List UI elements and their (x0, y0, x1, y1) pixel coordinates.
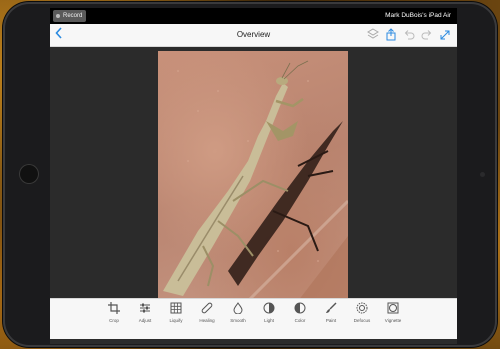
tool-label: Crop (109, 318, 119, 323)
tool-label: Vignette (384, 318, 402, 323)
tool-label: Smooth (230, 318, 246, 323)
sliders-icon (140, 303, 150, 313)
app-screen: Record Mark DuBois's iPad Air Overview C… (50, 8, 457, 344)
tool-label: Healing (199, 318, 215, 323)
tool-defocus[interactable]: Defocus (347, 302, 377, 324)
record-label: Record (63, 13, 83, 19)
device-name: Mark DuBois's iPad Air (385, 12, 451, 19)
tool-paint[interactable]: Paint (316, 302, 346, 324)
expand-icon[interactable] (439, 28, 451, 41)
tool-healing[interactable]: Healing (192, 302, 222, 324)
brush-icon (326, 302, 337, 313)
camera-lens (480, 172, 485, 177)
praying-mantis-photo[interactable] (158, 51, 348, 301)
ipad-frame: Record Mark DuBois's iPad Air Overview C… (3, 2, 497, 347)
tool-liquify[interactable]: Liquify (161, 302, 191, 324)
layers-icon[interactable] (367, 28, 379, 41)
record-icon (56, 14, 60, 18)
redo-icon[interactable] (421, 28, 433, 41)
status-bar: Record Mark DuBois's iPad Air (50, 8, 457, 24)
share-icon[interactable] (385, 28, 397, 41)
color-circle-icon (294, 302, 306, 314)
tool-light[interactable]: Light (254, 302, 284, 324)
crop-icon (108, 302, 120, 314)
vignette-icon (387, 302, 399, 314)
tool-label: Color (294, 318, 306, 323)
half-circle-icon (263, 302, 275, 314)
tool-label: Light (264, 318, 274, 323)
grid-icon (170, 302, 182, 314)
tool-label: Paint (325, 318, 337, 323)
tool-label: Liquify (169, 318, 183, 323)
tool-color[interactable]: Color (285, 302, 315, 324)
nav-bar: Overview (50, 24, 457, 47)
image-canvas[interactable] (50, 47, 457, 301)
home-button[interactable] (19, 164, 39, 184)
tool-vignette[interactable]: Vignette (378, 302, 408, 324)
tool-adjust[interactable]: Adjust (130, 302, 160, 324)
edit-toolbar: Crop Adjust Liquify Healing Smooth Light (50, 298, 457, 339)
defocus-icon (356, 302, 368, 314)
tool-smooth[interactable]: Smooth (223, 302, 253, 324)
tool-label: Adjust (138, 318, 152, 323)
undo-icon[interactable] (403, 28, 415, 41)
tool-label: Defocus (353, 318, 371, 323)
record-button[interactable]: Record (53, 10, 87, 22)
tool-crop[interactable]: Crop (99, 302, 129, 324)
bandage-icon (201, 302, 213, 314)
drop-icon (233, 302, 243, 314)
